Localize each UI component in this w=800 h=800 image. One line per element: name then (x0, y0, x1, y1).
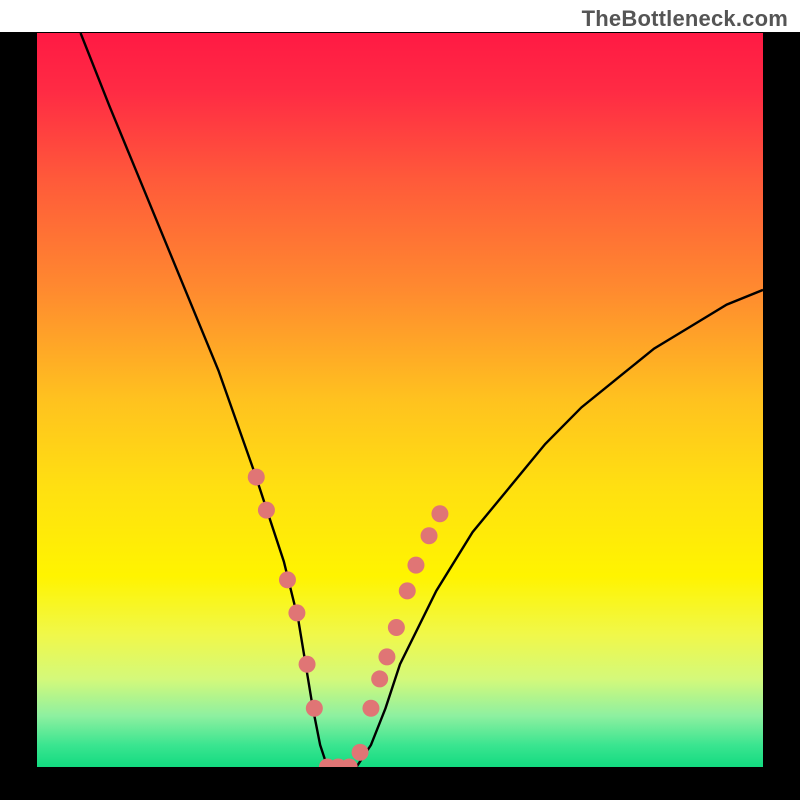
chart-frame-rect (0, 0, 800, 800)
chart-svg (0, 0, 800, 800)
bottleneck-chart: TheBottleneck.com (0, 0, 800, 800)
watermark-text: TheBottleneck.com (582, 6, 788, 32)
chart-frame (0, 0, 800, 800)
